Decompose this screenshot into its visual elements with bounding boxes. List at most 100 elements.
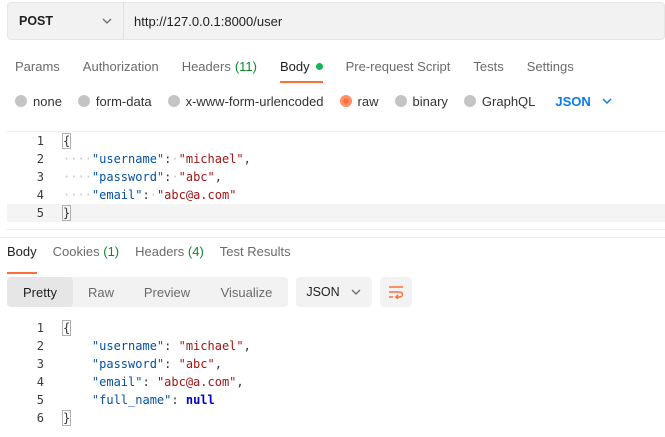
tab-label: Body (279, 58, 310, 74)
code-text: ····"username":·"michael", (63, 152, 251, 166)
code-text: } (61, 410, 72, 426)
code-line: 1 { (7, 132, 665, 150)
code-line: 2 ····"username":·"michael", (7, 150, 665, 168)
radio-label: x-www-form-urlencoded (185, 93, 324, 109)
tab-label: Headers (135, 244, 185, 259)
json-value: "abc@a.com" (156, 188, 237, 202)
view-pretty-button[interactable]: Pretty (7, 277, 73, 307)
radio-label: binary (412, 93, 448, 109)
code-text: { (61, 133, 72, 149)
tab-authorization[interactable]: Authorization (83, 57, 159, 75)
body-type-radios: none form-data x-www-form-urlencoded raw… (15, 92, 613, 110)
modified-dot-icon (315, 62, 323, 70)
json-value: "michael" (178, 339, 244, 353)
line-number: 6 (36, 411, 44, 425)
tab-settings[interactable]: Settings (527, 57, 574, 75)
language-select[interactable]: JSON (555, 94, 612, 109)
code-line: 3 ····"password":·"abc", (7, 168, 665, 186)
resp-tab-cookies[interactable]: Cookies (1) (53, 244, 119, 264)
radio-graphql[interactable]: GraphQL (463, 93, 536, 109)
json-value: "abc@a.com" (156, 375, 237, 389)
radio-label: form-data (95, 93, 152, 109)
chevron-down-icon (102, 18, 112, 24)
code-line: 5 "full_name": null (7, 391, 665, 409)
code-text: { (61, 320, 72, 336)
tab-tests[interactable]: Tests (473, 57, 503, 75)
radio-selected-icon (339, 95, 352, 107)
line-number: 2 (36, 339, 44, 353)
chevron-down-icon (351, 289, 361, 295)
code-line: 1 { (7, 319, 665, 337)
json-key: "password" (91, 357, 165, 371)
line-number: 5 (36, 393, 44, 407)
radio-circle-icon (394, 95, 407, 107)
line-number: 5 (36, 206, 44, 220)
tab-count: (4) (187, 244, 204, 259)
response-body-viewer[interactable]: 1 { 2 "username": "michael", 3 "password… (7, 319, 665, 429)
method-select[interactable]: POST (8, 3, 124, 39)
radio-raw[interactable]: raw (339, 93, 379, 109)
resp-tab-body[interactable]: Body (7, 244, 37, 274)
tab-params[interactable]: Params (15, 57, 60, 75)
json-value: "michael" (178, 152, 244, 166)
radio-urlencoded[interactable]: x-www-form-urlencoded (167, 93, 324, 109)
tab-headers[interactable]: Headers (11) (182, 57, 257, 75)
json-separator: : (142, 188, 150, 202)
json-comma: , (243, 339, 251, 353)
pane-divider[interactable] (0, 237, 665, 238)
tab-count: (1) (103, 244, 120, 259)
json-value: "abc" (178, 170, 215, 184)
radio-label: GraphQL (481, 93, 536, 109)
tab-label: Cookies (52, 244, 100, 259)
json-key: "email" (91, 375, 143, 389)
line-number: 1 (36, 134, 44, 148)
resp-tab-headers[interactable]: Headers (4) (135, 244, 204, 264)
json-value: "abc" (178, 357, 215, 371)
chevron-down-icon (602, 98, 612, 105)
url-text: http://127.0.0.1:8000/user (134, 13, 283, 29)
radio-none[interactable]: none (15, 94, 62, 109)
json-key: "password" (91, 170, 165, 184)
close-brace: } (61, 410, 72, 426)
radio-circle-icon (15, 95, 27, 107)
view-visualize-button[interactable]: Visualize (205, 277, 288, 307)
line-number: 3 (36, 357, 44, 371)
tab-pre-request-script[interactable]: Pre-request Script (346, 57, 451, 75)
tab-label: Settings (526, 58, 574, 74)
code-text: "full_name": null (91, 393, 215, 407)
code-text: ····"password":·"abc", (63, 170, 222, 184)
radio-label: raw (357, 93, 379, 109)
request-body-editor[interactable]: 1 { 2 ····"username":·"michael", 3 ····"… (7, 131, 665, 230)
code-text: "password": "abc", (91, 357, 222, 371)
view-raw-button[interactable]: Raw (73, 277, 129, 307)
radio-circle-icon (77, 95, 90, 107)
code-line: 4 "email": "abc@a.com", (7, 373, 665, 391)
url-input[interactable]: http://127.0.0.1:8000/user (124, 3, 664, 39)
response-format-select[interactable]: JSON (296, 277, 372, 307)
tab-label: Params (15, 58, 60, 74)
radio-binary[interactable]: binary (394, 93, 448, 109)
code-line: 5 } (7, 204, 665, 222)
radio-circle-icon (463, 95, 476, 107)
tab-label: Body (7, 244, 37, 259)
format-label: JSON (306, 285, 340, 299)
tab-label: Pre-request Script (345, 58, 451, 74)
json-comma: , (243, 152, 251, 166)
code-text: } (61, 205, 72, 221)
tab-body[interactable]: Body (279, 57, 323, 83)
resp-tab-test-results[interactable]: Test Results (220, 244, 291, 264)
tab-count: (11) (234, 58, 257, 74)
radio-form-data[interactable]: form-data (77, 93, 152, 109)
tab-label: Tests (473, 58, 504, 74)
view-preview-button[interactable]: Preview (129, 277, 205, 307)
code-text: ····"email":·"abc@a.com" (63, 188, 237, 202)
code-line: 2 "username": "michael", (7, 337, 665, 355)
code-line: 3 "password": "abc", (7, 355, 665, 373)
line-number: 1 (36, 321, 44, 335)
code-text: "username": "michael", (91, 339, 251, 353)
wrap-lines-button[interactable] (380, 277, 412, 307)
json-comma: , (214, 170, 222, 184)
open-brace: { (61, 133, 72, 149)
json-comma: , (236, 375, 244, 389)
language-label: JSON (555, 93, 591, 109)
